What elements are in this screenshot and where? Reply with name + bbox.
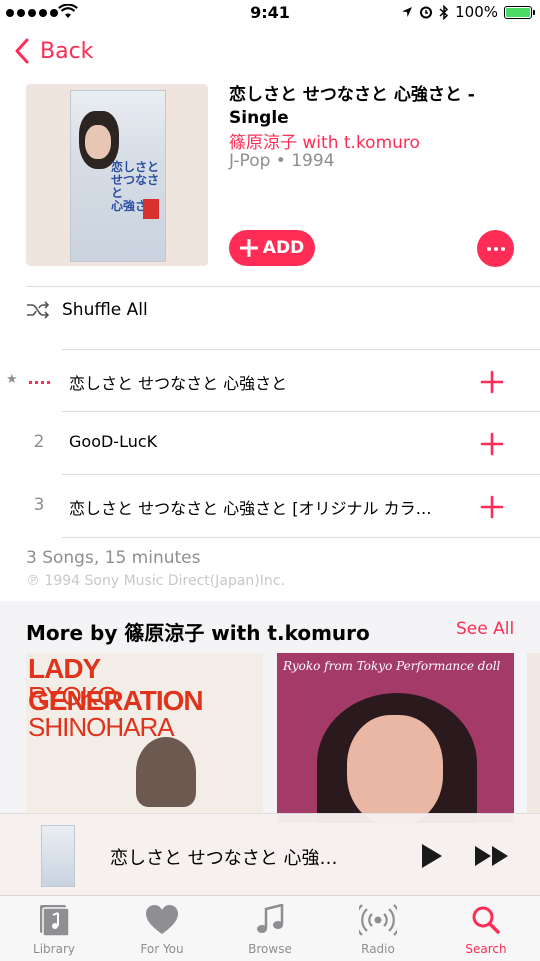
chevron-left-icon [15,38,29,64]
album-artist-link[interactable]: 篠原涼子 with t.komuro [229,128,420,153]
album-cover-text: Ryoko from Tokyo Performance doll [283,659,501,673]
track-row[interactable]: ★ 恋しさと せつなさと 心強さと [0,350,540,412]
album-title: 恋しさと せつなさと 心強さと - Single [229,85,475,128]
tab-search[interactable]: Search [432,904,540,956]
music-note-icon [257,904,284,933]
tab-browse[interactable]: Browse [216,904,324,956]
tab-for-you[interactable]: For You [108,904,216,956]
status-bar: 9:41 100% [0,0,540,28]
album-card[interactable] [527,653,540,823]
star-icon: ★ [6,372,18,387]
play-icon[interactable] [420,842,444,870]
radio-icon [359,904,397,936]
add-track-plus-icon[interactable] [480,370,504,394]
track-title: 恋しさと せつなさと 心強さと [オリジナル カラ… [69,499,432,518]
tab-label: Browse [248,942,292,956]
track-title: GooD-LucK [69,432,158,451]
more-by-title: More by 篠原涼子 with t.komuro [26,621,370,645]
tab-label: Search [465,942,507,956]
tab-label: For You [140,942,184,956]
album-card[interactable]: LADY GENERATION RYOKO SHINOHARA [26,653,263,823]
library-icon [40,905,69,936]
more-options-button[interactable] [477,230,514,267]
alarm-icon [420,6,433,19]
track-title: 恋しさと せつなさと 心強さと [69,374,288,393]
shuffle-icon [27,301,50,319]
album-artwork: 恋しさと せつなさと 心強さと [26,84,208,266]
copyright: ℗ 1994 Sony Music Direct(Japan)Inc. [26,573,285,589]
album-card[interactable]: Ryoko from Tokyo Performance doll [277,653,514,823]
add-track-plus-icon[interactable] [480,432,504,456]
tab-library[interactable]: Library [0,904,108,956]
mini-player-artwork [41,825,75,887]
location-arrow-icon [402,7,413,17]
plus-icon [239,239,258,257]
mini-player-title: 恋しさと せつなさと 心強… [110,848,338,869]
tab-radio[interactable]: Radio [324,904,432,956]
see-all-link[interactable]: See All [456,619,514,639]
now-playing-icon [29,381,50,384]
album-summary: 3 Songs, 15 minutes [26,548,201,568]
track-number: 3 [33,495,45,515]
add-track-plus-icon[interactable] [480,495,504,519]
divider [62,537,540,538]
mini-player[interactable]: 恋しさと せつなさと 心強… [0,813,540,896]
more-dot [493,246,498,251]
track-number: 2 [33,432,45,452]
add-label: ADD [262,238,305,258]
tab-bar: Library For You Browse Radio Search [0,895,540,961]
fast-forward-icon[interactable] [474,842,510,870]
tab-label: Library [33,942,75,956]
status-right: 100% [401,3,535,21]
track-row[interactable]: 2 GooD-LucK [0,412,540,474]
divider [26,286,540,287]
tab-label: Radio [361,942,395,956]
shuffle-label: Shuffle All [62,300,148,320]
add-button[interactable]: ADD [229,230,315,266]
shuffle-all-button[interactable]: Shuffle All [26,300,148,320]
heart-icon [146,905,178,934]
battery-icon [504,5,535,19]
album-cover-text: RYOKO SHINOHARA [28,681,175,742]
track-row[interactable]: 3 恋しさと せつなさと 心強さと [オリジナル カラ… [0,475,540,537]
back-label: Back [40,38,94,64]
battery-percent: 100% [455,3,498,21]
bluetooth-icon [439,4,449,20]
more-dot [500,246,505,251]
album-genre-year: J-Pop • 1994 [229,151,335,171]
back-button[interactable]: Back [14,38,93,64]
more-dot [486,246,491,251]
search-icon [472,906,500,934]
